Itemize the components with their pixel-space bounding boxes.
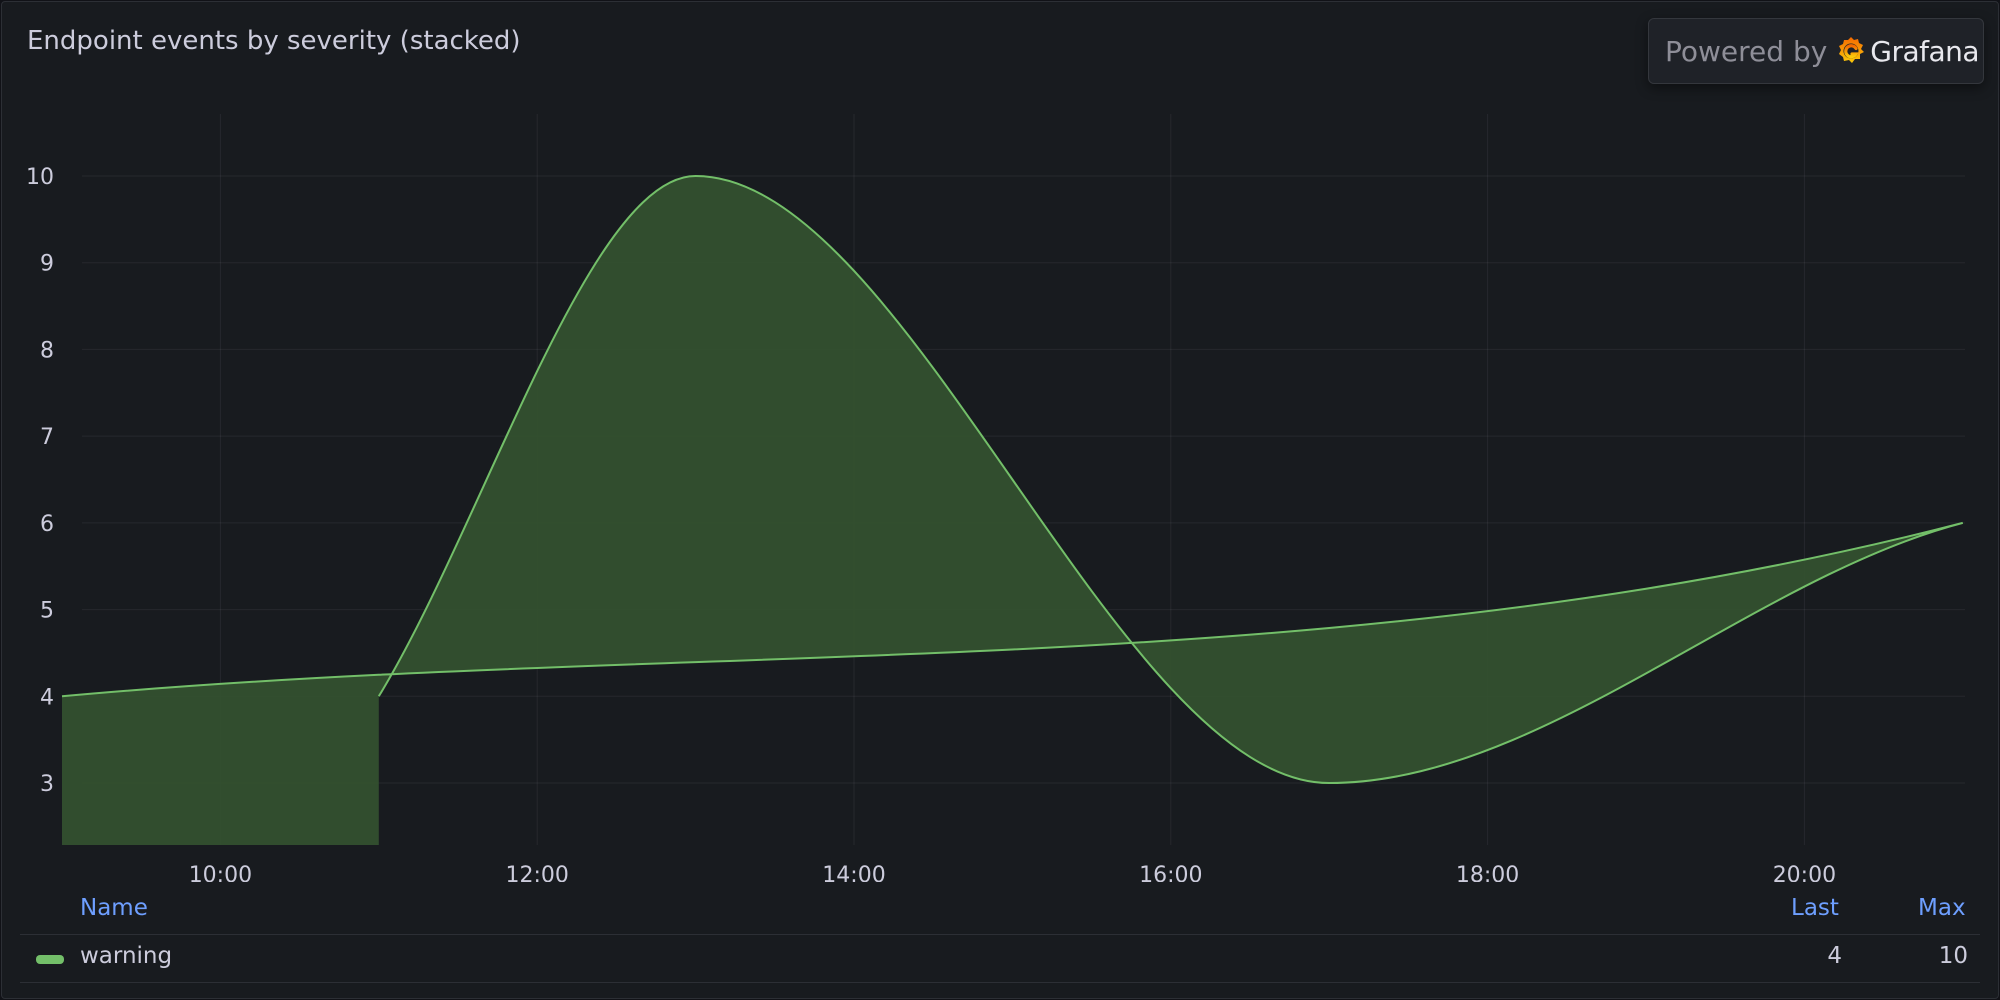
legend-series-name-warning[interactable]: warning (80, 943, 172, 969)
series-area-warning (62, 176, 1963, 845)
legend-last-value-warning: 4 (1827, 943, 1842, 969)
y-tick-label: 8 (40, 338, 54, 363)
y-tick-label: 5 (40, 599, 54, 624)
x-tick-label: 18:00 (1456, 863, 1519, 882)
y-tick-label: 9 (40, 252, 54, 277)
x-tick-label: 12:00 (505, 863, 568, 882)
legend-header-last[interactable]: Last (1791, 895, 1839, 921)
y-tick-label: 6 (40, 512, 54, 537)
legend-header-max[interactable]: Max (1918, 895, 1966, 921)
legend-max-value-warning: 10 (1938, 943, 1968, 969)
legend-divider-bottom (20, 982, 1980, 983)
chart-panel: Endpoint events by severity (stacked) Po… (1, 1, 1999, 999)
legend-header-name[interactable]: Name (80, 895, 148, 921)
y-tick-label: 3 (40, 772, 54, 797)
y-tick-label: 10 (26, 165, 54, 190)
x-tick-label: 20:00 (1773, 863, 1836, 882)
x-tick-label: 14:00 (822, 863, 885, 882)
legend-swatch-warning (36, 955, 64, 964)
x-tick-label: 16:00 (1139, 863, 1202, 882)
y-tick-label: 7 (40, 425, 54, 450)
x-tick-label: 10:00 (189, 863, 252, 882)
chart-area: 34567891010:0012:0014:0016:0018:0020:002… (26, 114, 1965, 882)
legend-divider-top (20, 934, 1980, 935)
y-tick-label: 4 (40, 685, 54, 710)
